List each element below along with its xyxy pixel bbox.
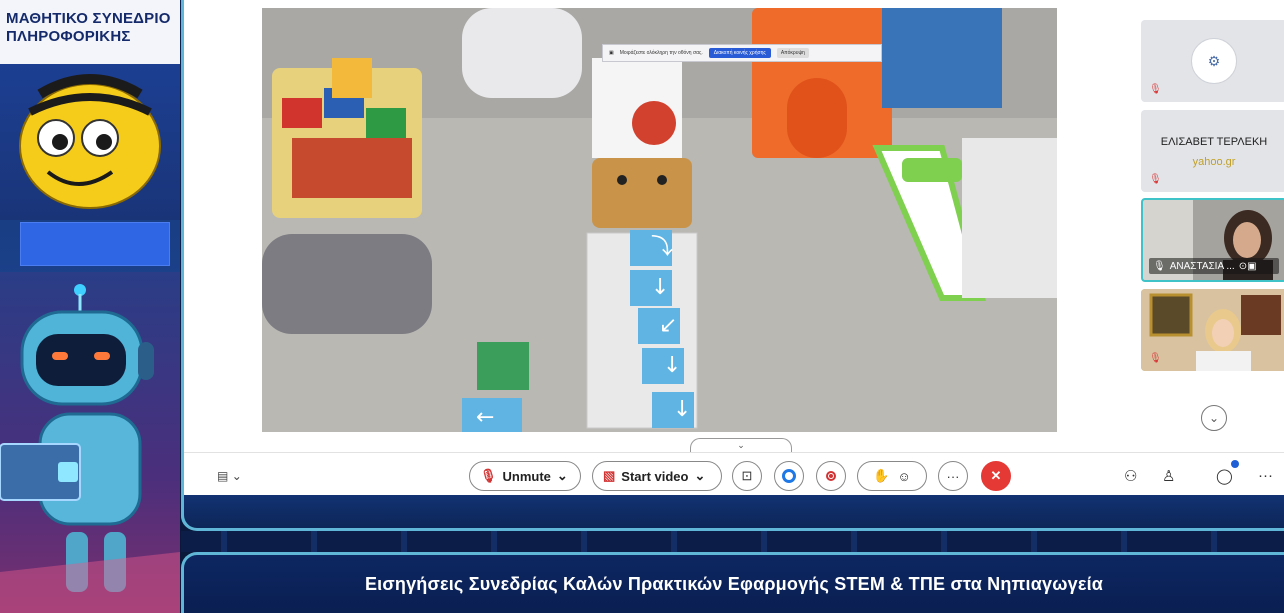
collapse-toolbar-tab[interactable]: ⌄ [690, 438, 792, 452]
meeting-window: ⤵ ↓ ↙ ↓ ↓ ← ▣ Μοιράζεστε ολόκληρη την οθ… [181, 0, 1284, 530]
unmute-button[interactable]: 🎙 Unmute ⌄ [469, 461, 581, 491]
screen-share-text: Μοιράζεστε ολόκληρη την οθόνη σας. [619, 50, 703, 56]
organization-logo-icon: ⚙ [1191, 38, 1237, 84]
redacted-label-box [20, 222, 170, 266]
bee-bot-mascot-icon [19, 74, 161, 209]
robot-illustration [0, 272, 180, 613]
decorative-tech-band [181, 531, 1284, 552]
muted-mic-icon: 🎙 [1149, 84, 1162, 95]
participant-tile-3-active[interactable]: 🎙 ΑΝΑΣΤΑΣΙΑ ... ⊙▣ [1141, 198, 1284, 282]
chevron-down-icon: ⌄ [556, 468, 568, 483]
participant-name: ΑΝΑΣΤΑΣΙΑ ... [1169, 260, 1235, 272]
classroom-scene-image: ⤵ ↓ ↙ ↓ ↓ ← [262, 8, 1057, 432]
participant-tile-2[interactable]: ΕΛΙΣΑΒΕΤ ΤΕΡΛΕΚΗ yahoo.gr 🎙 [1141, 110, 1284, 192]
stop-sharing-button[interactable]: Διακοπή κοινής χρήσης [708, 48, 771, 58]
leave-meeting-button[interactable]: ✕ [981, 461, 1011, 491]
robot-icon [0, 284, 180, 613]
unmute-label: Unmute [502, 468, 551, 484]
muted-mic-icon: 🎙 [1149, 174, 1162, 185]
more-panels-icon[interactable]: ··· [1258, 467, 1273, 484]
chevron-down-icon: ⌄ [231, 469, 242, 483]
start-video-label: Start video [621, 468, 689, 484]
mic-on-icon: 🎙 [1153, 260, 1166, 272]
conference-title-line-2: ΠΛΗΡΟΦΟΡΙΚΗΣ [6, 28, 131, 45]
participant-tile-1[interactable]: ⚙ 🎙 [1141, 20, 1284, 102]
scroll-participants-button[interactable]: ⌄ [1201, 405, 1227, 431]
svg-text:↓: ↓ [651, 275, 669, 300]
shared-screen-video: ⤵ ↓ ↙ ↓ ↓ ← ▣ Μοιράζεστε ολόκληρη την οθ… [262, 8, 1057, 432]
emoji-reaction-icon[interactable]: ☺ [897, 469, 910, 484]
record-icon [826, 471, 836, 481]
session-caption-banner: Εισηγήσεις Συνεδρίας Καλών Πρακτικών Εφα… [181, 552, 1284, 613]
meeting-screenshot: ΜΑΘΗΤΙΚΟ ΣΥΝΕΔΡΙΟ ΠΛΗΡΟΦΟΡΙΚΗΣ ⤵ ↓ ↙ ↓ ↓… [0, 0, 1284, 613]
svg-text:←: ← [476, 405, 494, 430]
conference-branding-panel: ΜΑΘΗΤΙΚΟ ΣΥΝΕΔΡΙΟ ΠΛΗΡΟΦΟΡΙΚΗΣ [0, 0, 180, 613]
captions-menu-button[interactable]: ▤ ⌄ [217, 469, 242, 483]
people-list-icon[interactable]: ♙ [1162, 467, 1175, 485]
raise-hand-icon[interactable]: ✋ [873, 468, 889, 484]
video-off-icon: ▧ [603, 468, 616, 483]
meeting-toolbar: ▤ ⌄ 🎙 Unmute ⌄ ▧ Start video ⌄ ⊡ ✋ ☺ ···… [184, 452, 1284, 498]
participant-tile-4[interactable]: 🎙 [1141, 289, 1284, 371]
frame-bottom-strip [181, 495, 1284, 531]
bee-bot-mascot-image [0, 64, 180, 220]
record-button[interactable] [816, 461, 846, 491]
captions-icon: ▤ [217, 469, 229, 483]
participant-subtitle: yahoo.gr [1192, 156, 1236, 168]
svg-text:↓: ↓ [663, 353, 681, 378]
svg-text:↓: ↓ [673, 397, 691, 422]
chat-notification-badge [1231, 460, 1239, 468]
screen-share-banner: ▣ Μοιράζεστε ολόκληρη την οθόνη σας. Δια… [602, 44, 882, 62]
chevron-down-icon: ⌄ [737, 440, 745, 450]
hide-banner-button[interactable]: Απόκρυψη [776, 48, 809, 58]
svg-text:⤵: ⤵ [651, 235, 673, 260]
conference-title: ΜΑΘΗΤΙΚΟ ΣΥΝΕΔΡΙΟ ΠΛΗΡΟΦΟΡΙΚΗΣ [0, 0, 180, 64]
participants-panel-icon[interactable]: ⚇ [1124, 467, 1137, 485]
participant-name-bar: 🎙 ΑΝΑΣΤΑΣΙΑ ... ⊙▣ [1149, 258, 1279, 274]
screen-share-icon: ▣ [609, 50, 614, 56]
more-icon: ··· [946, 468, 960, 484]
conference-title-line-1: ΜΑΘΗΤΙΚΟ ΣΥΝΕΔΡΙΟ [6, 10, 171, 27]
screen-share-status-icon: ⊙▣ [1238, 260, 1257, 272]
share-screen-button[interactable]: ⊡ [732, 461, 762, 491]
reactions-group[interactable]: ✋ ☺ [857, 461, 927, 491]
app-integration-button[interactable] [774, 461, 804, 491]
more-options-button[interactable]: ··· [938, 461, 968, 491]
muted-mic-icon: 🎙 [1149, 353, 1162, 364]
chat-icon[interactable]: ◯ [1216, 467, 1233, 485]
close-icon: ✕ [990, 468, 1002, 483]
chevron-down-icon: ⌄ [694, 468, 706, 483]
muted-mic-icon: 🎙 [480, 468, 497, 483]
start-video-button[interactable]: ▧ Start video ⌄ [592, 461, 722, 491]
svg-text:↙: ↙ [659, 313, 677, 338]
participant-name: ΕΛΙΣΑΒΕΤ ΤΕΡΛΕΚΗ [1160, 136, 1268, 148]
share-screen-icon: ⊡ [741, 468, 753, 483]
participant-video [1141, 289, 1284, 371]
chevron-down-icon: ⌄ [1208, 411, 1220, 425]
session-caption-text: Εισηγήσεις Συνεδρίας Καλών Πρακτικών Εφα… [364, 573, 1104, 594]
app-ring-icon [782, 469, 796, 483]
